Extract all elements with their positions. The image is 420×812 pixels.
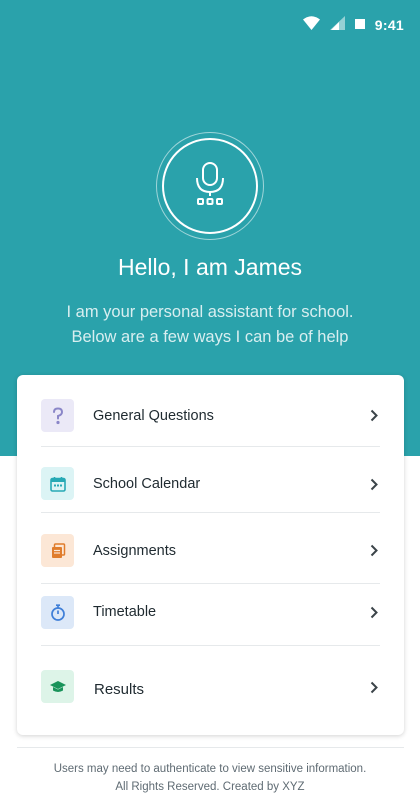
help-options-card: General Questions School Calendar Assign… [17,375,404,735]
menu-item-results[interactable]: Results [17,646,404,735]
battery-icon [354,16,365,34]
mic-inner-ring [162,138,258,234]
menu-item-label: Assignments [93,543,177,559]
chevron-right-icon [368,605,380,619]
wifi-icon [302,15,320,35]
menu-item-general-questions[interactable]: General Questions [17,375,404,446]
menu-item-label: Results [94,681,145,698]
menu-item-timetable[interactable]: Timetable [17,584,404,645]
subtitle: I am your personal assistant for school.… [0,300,420,350]
menu-item-label: School Calendar [93,476,201,492]
status-time: 9:41 [374,17,404,33]
footer: Users may need to authenticate to view s… [0,760,420,796]
footer-disclaimer: Users may need to authenticate to view s… [53,763,367,775]
menu-item-assignments[interactable]: Assignments [17,513,404,583]
assignments-icon [41,534,74,567]
stopwatch-icon [41,596,74,629]
footer-copyright: All Rights Reserved. Created by XYZ [115,781,305,793]
chevron-right-icon [368,408,380,422]
chevron-right-icon [368,680,380,694]
voice-assistant-button[interactable] [156,132,264,240]
chevron-right-icon [368,477,380,491]
footer-divider [17,747,404,748]
menu-item-school-calendar[interactable]: School Calendar [17,447,404,512]
greeting-title: Hello, I am James [117,254,303,280]
graduation-cap-icon [41,670,74,703]
chevron-right-icon [368,543,380,557]
question-icon [41,399,74,432]
status-bar: 9:41 [0,0,420,48]
microphone-icon [193,161,227,211]
menu-item-label: Timetable [93,604,157,620]
menu-item-label: General Questions [93,408,214,424]
subtitle-line-1: I am your personal assistant for school. [66,303,354,321]
calendar-icon [41,467,74,500]
signal-icon [329,15,345,35]
subtitle-line-2: Below are a few ways I can be of help [71,328,349,346]
